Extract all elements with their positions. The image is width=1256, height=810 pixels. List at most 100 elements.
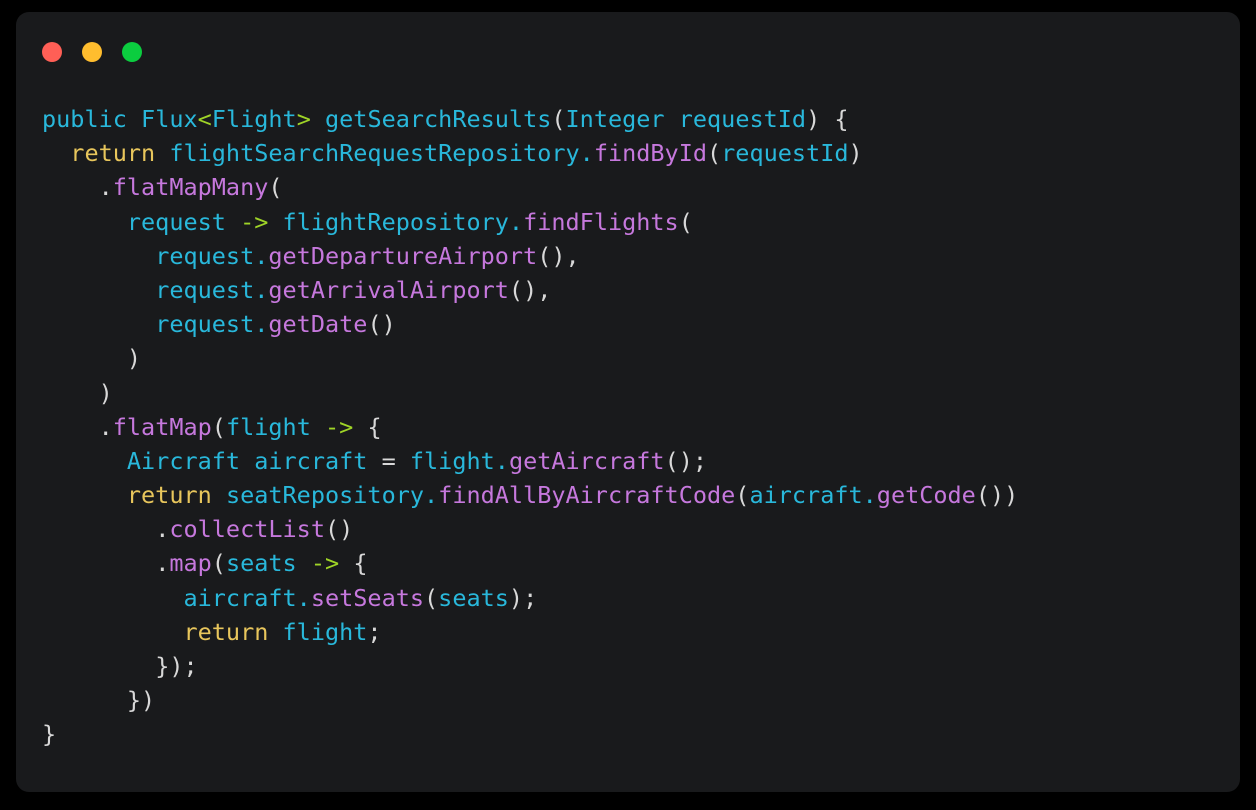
code-line: ): [42, 376, 1220, 410]
code-token-member_dot: .: [254, 275, 269, 304]
code-block[interactable]: public Flux<Flight> getSearchResults(Int…: [42, 102, 1220, 752]
code-token-keyword: public: [42, 105, 127, 133]
code-token-punctuation: .: [98, 412, 113, 441]
code-token-punctuation: ;: [367, 617, 382, 646]
code-token-punctuation: });: [155, 652, 198, 680]
code-line: request.getArrivalAirport(),: [42, 273, 1220, 307]
window-titlebar[interactable]: [16, 12, 1240, 92]
code-token-member_dot: .: [296, 583, 311, 612]
code-token-method: getDepartureAirport: [268, 241, 538, 270]
code-token-punctuation: {: [367, 412, 382, 441]
code-line: request -> flightRepository.findFlights(: [42, 205, 1220, 239]
code-token-variable: request: [155, 241, 255, 270]
code-token-punctuation: }: [42, 720, 57, 749]
minimize-window-button[interactable]: [82, 42, 102, 62]
code-token-punctuation: (: [735, 481, 750, 510]
code-line: });: [42, 649, 1220, 683]
code-token-variable: seats: [438, 583, 509, 612]
code-token-punctuation: (: [211, 412, 226, 441]
code-window: public Flux<Flight> getSearchResults(Int…: [16, 12, 1240, 792]
code-token-return_keyword: return: [126, 481, 212, 510]
code-token-method: setSeats: [310, 583, 425, 612]
code-token-member_dot: .: [579, 139, 594, 168]
code-token-punctuation: (: [211, 549, 226, 578]
close-window-button[interactable]: [42, 42, 62, 62]
code-line: .collectList(): [42, 512, 1220, 546]
code-token-variable: aircraft: [749, 481, 863, 510]
code-token-punctuation: (: [551, 105, 566, 133]
code-token-operator: >: [296, 105, 311, 133]
code-token-variable: request: [155, 310, 255, 339]
code-token-member_dot: .: [254, 310, 269, 339]
code-token-punctuation: (: [424, 583, 439, 612]
code-token-variable: seats: [225, 549, 297, 578]
code-line: Aircraft aircraft = flight.getAircraft()…: [42, 444, 1220, 478]
code-token-punctuation: (): [508, 275, 538, 304]
code-token-method: flatMap: [112, 412, 212, 441]
code-token-punctuation: ): [848, 139, 863, 168]
code-token-method: getAircraft: [508, 446, 665, 475]
code-line: aircraft.setSeats(seats);: [42, 581, 1220, 615]
code-token-method: map: [169, 549, 212, 578]
code-token-punctuation: ;: [692, 446, 708, 475]
code-token-type: Flight: [211, 105, 297, 133]
code-line: request.getDate(): [42, 307, 1220, 341]
screenshot-root: public Flux<Flight> getSearchResults(Int…: [0, 0, 1256, 810]
code-editor-area[interactable]: public Flux<Flight> getSearchResults(Int…: [16, 102, 1240, 792]
code-token-variable: flight: [225, 412, 311, 441]
code-token-type: Aircraft: [126, 446, 241, 475]
code-token-method: getArrivalAirport: [268, 275, 509, 304]
code-token-operator: ->: [310, 549, 340, 578]
code-token-variable: flightRepository: [282, 207, 509, 236]
code-token-member_dot: .: [508, 207, 524, 236]
code-token-method: flatMapMany: [112, 173, 269, 202]
code-token-method: collectList: [169, 515, 325, 544]
code-token-punctuation: ): [806, 105, 821, 133]
code-token-variable: flight: [282, 617, 368, 646]
code-token-punctuation: ()): [975, 481, 1019, 510]
code-token-variable: flightSearchRequestRepository: [169, 139, 580, 168]
code-line: .map(seats -> {: [42, 546, 1220, 580]
code-token-punctuation: =: [381, 446, 396, 475]
code-line: }): [42, 683, 1220, 717]
code-line: public Flux<Flight> getSearchResults(Int…: [42, 102, 1220, 136]
code-token-operator: <: [197, 105, 212, 133]
code-token-variable: request: [155, 275, 255, 304]
code-line: .flatMap(flight -> {: [42, 410, 1220, 444]
code-token-variable: seatRepository: [225, 481, 425, 510]
maximize-window-button[interactable]: [122, 42, 142, 62]
code-token-punctuation: (): [324, 515, 354, 544]
code-token-variable: request: [126, 207, 226, 236]
code-token-member_dot: .: [494, 446, 509, 475]
code-token-variable: requestId: [721, 139, 849, 168]
code-token-punctuation: ;: [523, 583, 538, 612]
code-token-return_keyword: return: [183, 617, 269, 646]
code-token-type: Flux: [141, 105, 198, 133]
code-line: request.getDepartureAirport(),: [42, 239, 1220, 273]
